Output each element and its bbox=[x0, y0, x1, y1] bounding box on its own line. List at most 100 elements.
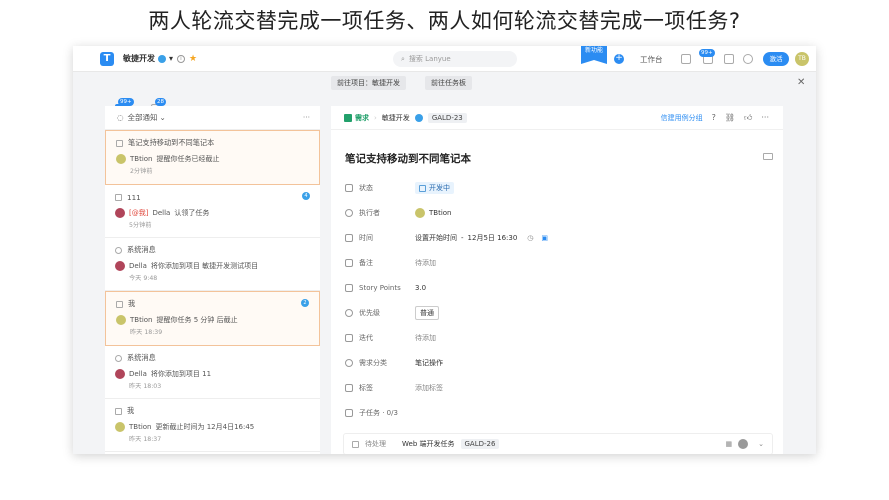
add-button[interactable]: + bbox=[614, 54, 624, 64]
user-avatar[interactable]: TB bbox=[795, 52, 809, 66]
comment-icon[interactable] bbox=[763, 153, 773, 160]
actor: TBtion bbox=[130, 315, 153, 324]
item-text: 将你添加到项目 敏捷开发测试项目 bbox=[150, 261, 259, 270]
field-time: 时间 bbox=[345, 231, 415, 245]
task-code[interactable]: GALD-23 bbox=[427, 112, 467, 123]
field-subtasks: 子任务 · 0/3 bbox=[345, 406, 398, 420]
unread-badge: 4 bbox=[302, 192, 310, 200]
field-sprint: 迭代 bbox=[345, 331, 415, 345]
case-group-link[interactable]: 信建用例分组 bbox=[661, 113, 703, 123]
help-icon[interactable] bbox=[743, 54, 753, 64]
field-label: 标签 bbox=[359, 384, 373, 392]
bulb-icon bbox=[345, 359, 353, 367]
filter-label[interactable]: 全部通知 bbox=[128, 112, 158, 123]
avatar bbox=[115, 368, 125, 379]
assignee-value[interactable]: TBtion bbox=[415, 206, 452, 220]
more-icon[interactable]: ··· bbox=[761, 113, 769, 122]
field-label: 时间 bbox=[359, 234, 373, 242]
actor: TBtion bbox=[129, 422, 152, 431]
search-placeholder: 搜索 Lanyue bbox=[408, 55, 451, 63]
chevron-down-icon: ⌄ bbox=[159, 113, 166, 122]
link-icon[interactable]: ⛓ bbox=[725, 113, 735, 122]
item-text: 认领了任务 bbox=[174, 208, 210, 217]
globe-icon bbox=[158, 54, 166, 63]
search-input[interactable]: ⌕ 搜索 Lanyue bbox=[393, 51, 517, 67]
repeat-icon[interactable]: ▣ bbox=[541, 234, 548, 242]
subtask-status[interactable]: 待处理 bbox=[365, 439, 386, 449]
app-screenshot: T 敏捷开发 ▾ i ★ ⌕ 搜索 Lanyue 新功能 + 工作台 99+ 激… bbox=[73, 46, 816, 454]
field-label: 优先级 bbox=[359, 309, 380, 317]
field-tags: 标签 bbox=[345, 381, 415, 395]
message-badge: 28 bbox=[155, 98, 166, 106]
priority-value[interactable]: 普通 bbox=[415, 306, 439, 320]
field-story-points: Story Points bbox=[345, 281, 415, 295]
new-feature-badge[interactable]: 新功能 bbox=[581, 46, 607, 64]
subtask-row[interactable]: 待处理 Web 端开发任务 GALD-26 ▦ ⌄ bbox=[343, 433, 773, 454]
item-time: 2分钟前 bbox=[130, 168, 153, 175]
story-points-icon bbox=[345, 284, 353, 292]
item-time: 昨天 18:03 bbox=[129, 383, 162, 390]
app-logo[interactable]: T bbox=[100, 51, 114, 66]
clock-icon[interactable]: ◷ bbox=[527, 234, 533, 242]
field-label: 状态 bbox=[359, 184, 373, 192]
info-icon[interactable]: i bbox=[177, 54, 186, 63]
due-time[interactable]: 12月5日 16:30 bbox=[468, 233, 518, 243]
upgrade-button[interactable]: 激活 bbox=[763, 52, 789, 66]
list-item[interactable]: 系统消息 Della 将你添加到项目 敏捷开发测试项目 今天 9:48 bbox=[105, 238, 320, 291]
goto-board-button[interactable]: 前往任务板 bbox=[425, 76, 472, 90]
goto-project-button[interactable]: 前往项目：敏捷开发 bbox=[331, 76, 406, 90]
tags-value[interactable]: 添加标签 bbox=[415, 381, 443, 395]
close-icon[interactable]: ✕ bbox=[797, 77, 805, 88]
avatar bbox=[115, 421, 125, 432]
avatar[interactable] bbox=[738, 439, 749, 449]
item-title: 笔记支持移动到不同笔记本 bbox=[128, 138, 215, 147]
tag-icon bbox=[345, 384, 353, 392]
status-pill[interactable]: 开发中 bbox=[415, 182, 454, 194]
sprint-value[interactable]: 待添加 bbox=[415, 331, 436, 345]
category-value[interactable]: 笔记操作 bbox=[415, 356, 443, 370]
project-switcher[interactable]: 敏捷开发 ▾ bbox=[123, 53, 173, 64]
item-title: 111 bbox=[127, 192, 141, 202]
item-text: 提醒你任务已经截止 bbox=[156, 154, 220, 163]
note-value[interactable]: 待添加 bbox=[415, 256, 436, 270]
sprint-icon bbox=[345, 334, 353, 342]
calendar-icon[interactable] bbox=[681, 54, 691, 64]
item-text: 提醒你任务 5 分钟 后截止 bbox=[156, 315, 238, 324]
task-icon bbox=[116, 139, 123, 147]
calendar-icon[interactable]: ▦ bbox=[726, 440, 733, 448]
requirement-icon bbox=[344, 113, 352, 122]
time-value[interactable]: 设置开始时间 -12月5日 16:30 ◷ ▣ bbox=[415, 231, 548, 245]
list-item[interactable]: 111 4 [@我] Della 认领了任务 5分钟前 bbox=[105, 185, 320, 238]
subtask-name[interactable]: Web 端开发任务 bbox=[402, 439, 455, 449]
status-value: 开发中 bbox=[429, 184, 450, 192]
task-icon bbox=[116, 300, 123, 308]
task-type[interactable]: 需求 bbox=[344, 113, 369, 123]
list-item[interactable]: 我 2 TBtion 提醒你任务 5 分钟 后截止 昨天 18:39 bbox=[105, 291, 320, 346]
priority-icon bbox=[345, 309, 353, 317]
like-icon[interactable]: 👍︎ bbox=[744, 113, 752, 123]
story-points-value[interactable]: 3.0 bbox=[415, 281, 426, 295]
help-icon[interactable]: ? bbox=[712, 113, 716, 122]
list-item[interactable]: 系统消息 Della 将你添加到项目 11 昨天 18:03 bbox=[105, 346, 320, 399]
subtask-checkbox[interactable] bbox=[352, 440, 359, 448]
field-label: 迭代 bbox=[359, 334, 373, 342]
item-title: 系统消息 bbox=[127, 353, 156, 362]
unread-badge: 2 bbox=[301, 299, 309, 307]
star-icon[interactable]: ★ bbox=[189, 54, 197, 64]
task-type-label: 需求 bbox=[355, 113, 369, 122]
chat-icon[interactable] bbox=[724, 54, 734, 64]
workbench-link[interactable]: 工作台 bbox=[640, 54, 663, 65]
note-icon bbox=[345, 259, 353, 267]
more-icon[interactable]: ··· bbox=[303, 113, 310, 122]
actor: Della bbox=[152, 208, 171, 217]
list-item[interactable]: 笔记支持移动到不同笔记本 TBtion 提醒你任务已经截止 2分钟前 bbox=[105, 130, 320, 185]
calendar-icon bbox=[345, 234, 353, 242]
chevron-down-icon[interactable]: ⌄ bbox=[758, 440, 764, 448]
task-title[interactable]: 笔记支持移动到不同笔记本 bbox=[345, 151, 471, 166]
actor: Della bbox=[129, 261, 147, 270]
project-crumb[interactable]: 敏捷开发 bbox=[382, 113, 410, 123]
start-time[interactable]: 设置开始时间 bbox=[415, 233, 457, 243]
field-priority: 优先级 bbox=[345, 306, 415, 320]
item-title: 系统消息 bbox=[127, 245, 156, 254]
list-item[interactable]: 我 TBtion 更新截止时间为 12月4日16:45 昨天 18:37 bbox=[105, 399, 320, 452]
